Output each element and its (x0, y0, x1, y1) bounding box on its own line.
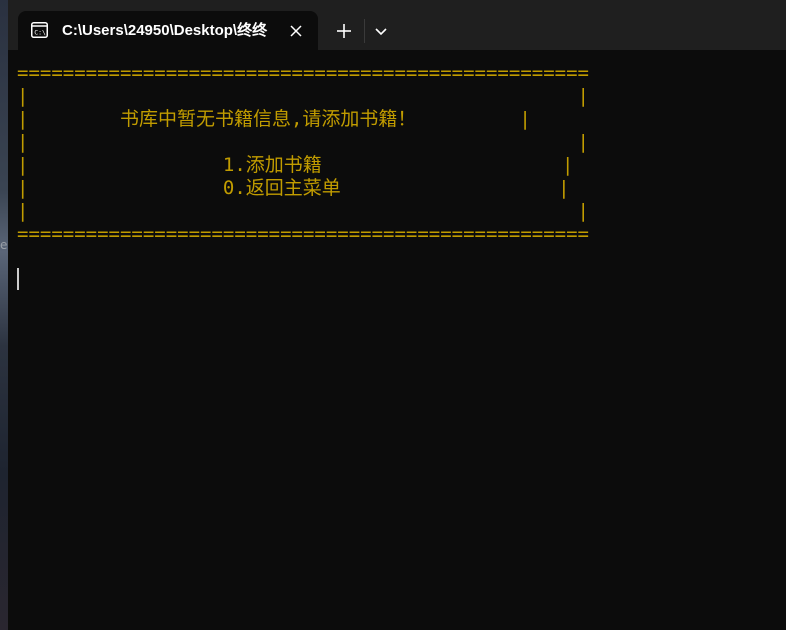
tab-dropdown-button[interactable] (366, 14, 396, 50)
tab-separator (364, 19, 365, 43)
console-line-option-add: | 1.添加书籍 | (17, 154, 574, 176)
text-cursor (17, 268, 19, 290)
close-icon[interactable] (288, 23, 304, 39)
tab-title: C:\Users\24950\Desktop\终终 (62, 22, 268, 39)
console-line: | | (17, 131, 589, 153)
console-line-border-bottom: ========================================… (17, 223, 589, 245)
console-line-border-top: ========================================… (17, 62, 589, 84)
desktop-background (0, 0, 8, 630)
new-tab-button[interactable] (326, 14, 362, 50)
desktop-edge-text: e (0, 238, 8, 252)
plus-icon (337, 24, 351, 38)
console-line: | | (17, 85, 589, 107)
svg-text:C:\: C:\ (34, 29, 46, 37)
terminal-window: C:\ C:\Users\24950\Desktop\终终 ==========… (8, 0, 786, 630)
tab-bar: C:\ C:\Users\24950\Desktop\终终 (8, 0, 786, 50)
tab-active[interactable]: C:\ C:\Users\24950\Desktop\终终 (18, 11, 318, 50)
console-line: | | (17, 200, 589, 222)
console-line-message: | 书库中暂无书籍信息,请添加书籍！ | (17, 108, 531, 130)
console-output[interactable]: ========================================… (8, 50, 786, 630)
terminal-icon: C:\ (31, 22, 48, 38)
console-line-option-return: | 0.返回主菜单 | (17, 177, 570, 199)
chevron-down-icon (375, 28, 387, 36)
